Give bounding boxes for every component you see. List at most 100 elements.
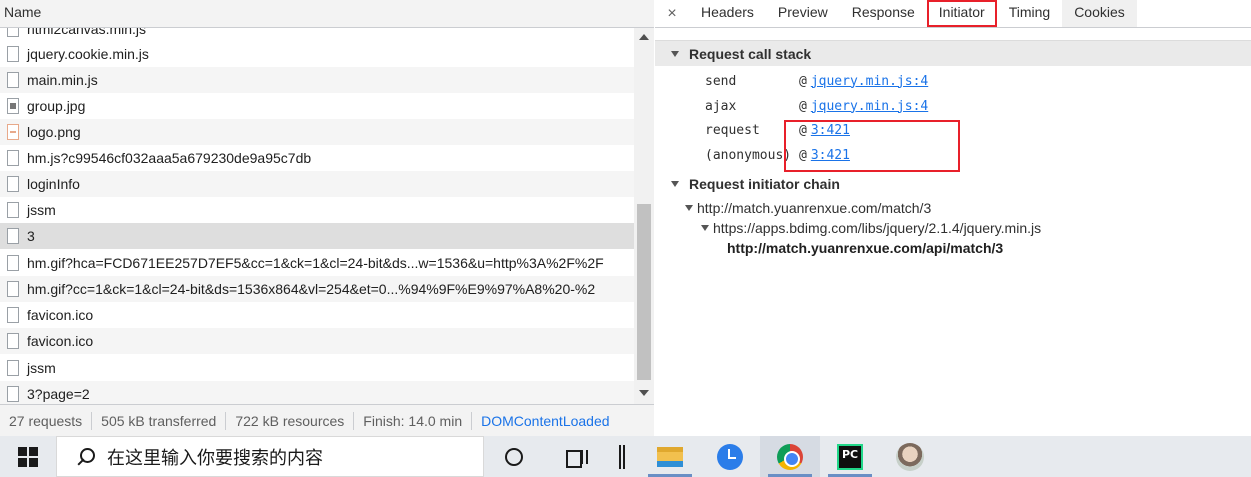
- frame-source-link[interactable]: jquery.min.js:4: [811, 74, 928, 89]
- task-view-button[interactable]: [544, 436, 604, 477]
- cortana-icon: [505, 447, 523, 466]
- transferred-size: 505 kB transferred: [101, 412, 217, 429]
- file-icon: [7, 228, 19, 244]
- clock-app-button[interactable]: [700, 436, 760, 477]
- image-icon: [7, 98, 19, 114]
- request-row[interactable]: loginInfo: [0, 171, 634, 197]
- file-icon: [7, 255, 19, 271]
- request-name: hm.gif?cc=1&ck=1&cl=24-bit&ds=1536x864&v…: [27, 281, 596, 297]
- task-view-icon: [563, 448, 588, 468]
- request-row[interactable]: hm.gif?cc=1&ck=1&cl=24-bit&ds=1536x864&v…: [0, 276, 634, 302]
- scroll-thumb[interactable]: [637, 204, 651, 380]
- expand-triangle-icon: [671, 181, 679, 187]
- cortana-button[interactable]: [484, 436, 544, 477]
- chain-entry[interactable]: http://match.yuanrenxue.com/match/3: [685, 198, 931, 218]
- taskbar-separator: [604, 436, 640, 477]
- scroll-down-arrow-icon[interactable]: [639, 390, 649, 396]
- file-icon: [7, 333, 19, 349]
- frame-source-link[interactable]: jquery.min.js:4: [811, 99, 928, 114]
- tab-preview[interactable]: Preview: [766, 0, 840, 27]
- call-stack-section-header[interactable]: Request call stack: [655, 40, 1251, 66]
- request-name: hm.js?c99546cf032aaa5a679230de9a95c7db: [27, 150, 312, 166]
- highlight-annotation-box: [784, 120, 960, 172]
- avatar-icon: [896, 442, 924, 471]
- file-icon: [7, 176, 19, 192]
- file-icon: [7, 360, 19, 376]
- request-row[interactable]: favicon.ico: [0, 302, 634, 328]
- request-row[interactable]: hm.js?c99546cf032aaa5a679230de9a95c7db: [0, 145, 634, 171]
- request-row[interactable]: jquery.cookie.min.js: [0, 41, 634, 67]
- file-icon: [7, 150, 19, 166]
- frame-at: @: [799, 73, 807, 89]
- request-name: group.jpg: [27, 98, 86, 114]
- expand-triangle-icon: [685, 205, 693, 211]
- request-row[interactable]: 3?page=2: [0, 381, 634, 404]
- chrome-icon: [777, 443, 803, 470]
- detail-tab-bar: × Headers Preview Response Initiator Tim…: [655, 0, 1251, 28]
- file-icon: [7, 72, 19, 88]
- request-name: 3: [27, 228, 35, 244]
- file-icon: [7, 386, 19, 402]
- png-icon: [7, 124, 19, 140]
- request-row[interactable]: favicon.ico: [0, 328, 634, 354]
- search-placeholder: 在这里输入你要搜索的内容: [107, 447, 323, 469]
- request-name: 3?page=2: [27, 386, 90, 402]
- chain-entry[interactable]: https://apps.bdimg.com/libs/jquery/2.1.4…: [701, 218, 1041, 238]
- request-row[interactable]: hm.gif?hca=FCD671EE257D7EF5&cc=1&ck=1&cl…: [0, 250, 634, 276]
- request-row[interactable]: jssm: [0, 197, 634, 223]
- frame-function: ajax: [705, 98, 737, 114]
- request-detail-pane: × Headers Preview Response Initiator Tim…: [655, 0, 1251, 436]
- file-icon: [7, 202, 19, 218]
- call-stack-frame: send @ jquery.min.js:4: [705, 69, 928, 93]
- network-summary-bar: 27 requests 505 kB transferred 722 kB re…: [0, 404, 654, 436]
- scroll-up-arrow-icon[interactable]: [639, 34, 649, 40]
- request-row[interactable]: group.jpg: [0, 93, 634, 119]
- request-row[interactable]: main.min.js: [0, 67, 634, 93]
- tab-initiator[interactable]: Initiator: [926, 0, 997, 27]
- windows-logo-icon: [18, 446, 38, 467]
- pycharm-icon: PC: [837, 443, 863, 470]
- chain-url: https://apps.bdimg.com/libs/jquery/2.1.4…: [713, 220, 1042, 236]
- separator-icon: [619, 444, 625, 469]
- tab-headers[interactable]: Headers: [689, 0, 766, 27]
- request-name: jssm: [27, 360, 56, 376]
- finish-time: Finish: 14.0 min: [363, 412, 463, 429]
- screen: Name html2canvas.min.js jquery.cookie.mi…: [0, 0, 1251, 477]
- network-request-list-pane: Name html2canvas.min.js jquery.cookie.mi…: [0, 0, 654, 436]
- request-name: main.min.js: [27, 72, 98, 88]
- request-name: loginInfo: [27, 176, 80, 192]
- pycharm-button[interactable]: PC: [820, 436, 880, 477]
- clock-app-icon: [717, 443, 743, 470]
- tab-timing[interactable]: Timing: [997, 0, 1063, 27]
- request-row-selected[interactable]: 3: [0, 223, 634, 249]
- file-explorer-icon: [657, 446, 683, 467]
- start-button[interactable]: [0, 436, 56, 477]
- chain-entry-current[interactable]: http://match.yuanrenxue.com/api/match/3: [727, 238, 1003, 258]
- initiator-chain-section-header[interactable]: Request initiator chain: [655, 171, 1251, 197]
- avatar-app-button[interactable]: [880, 436, 940, 477]
- chain-url: http://match.yuanrenxue.com/match/3: [697, 200, 932, 216]
- chain-url: http://match.yuanrenxue.com/api/match/3: [727, 240, 1004, 256]
- request-name: jssm: [27, 202, 56, 218]
- taskbar-search-box[interactable]: 在这里输入你要搜索的内容: [56, 436, 484, 477]
- tab-response[interactable]: Response: [840, 0, 927, 27]
- vertical-scrollbar[interactable]: [634, 28, 654, 404]
- call-stack-title: Request call stack: [689, 45, 812, 62]
- close-icon[interactable]: ×: [655, 0, 689, 27]
- file-explorer-button[interactable]: [640, 436, 700, 477]
- initiator-chain-title: Request initiator chain: [689, 176, 840, 192]
- request-name: jquery.cookie.min.js: [27, 46, 149, 62]
- request-name: favicon.ico: [27, 333, 94, 349]
- expand-triangle-icon: [701, 225, 709, 231]
- tab-cookies[interactable]: Cookies: [1062, 0, 1137, 27]
- request-name: logo.png: [27, 124, 81, 140]
- chrome-button[interactable]: [760, 436, 820, 477]
- name-column-header[interactable]: Name: [0, 0, 654, 28]
- request-row[interactable]: jssm: [0, 355, 634, 381]
- request-row[interactable]: logo.png: [0, 119, 634, 145]
- request-name: html2canvas.min.js: [27, 28, 147, 37]
- request-list: html2canvas.min.js jquery.cookie.min.js …: [0, 28, 634, 404]
- request-row[interactable]: html2canvas.min.js: [0, 28, 634, 42]
- request-count: 27 requests: [9, 412, 83, 429]
- frame-function: send: [705, 73, 737, 89]
